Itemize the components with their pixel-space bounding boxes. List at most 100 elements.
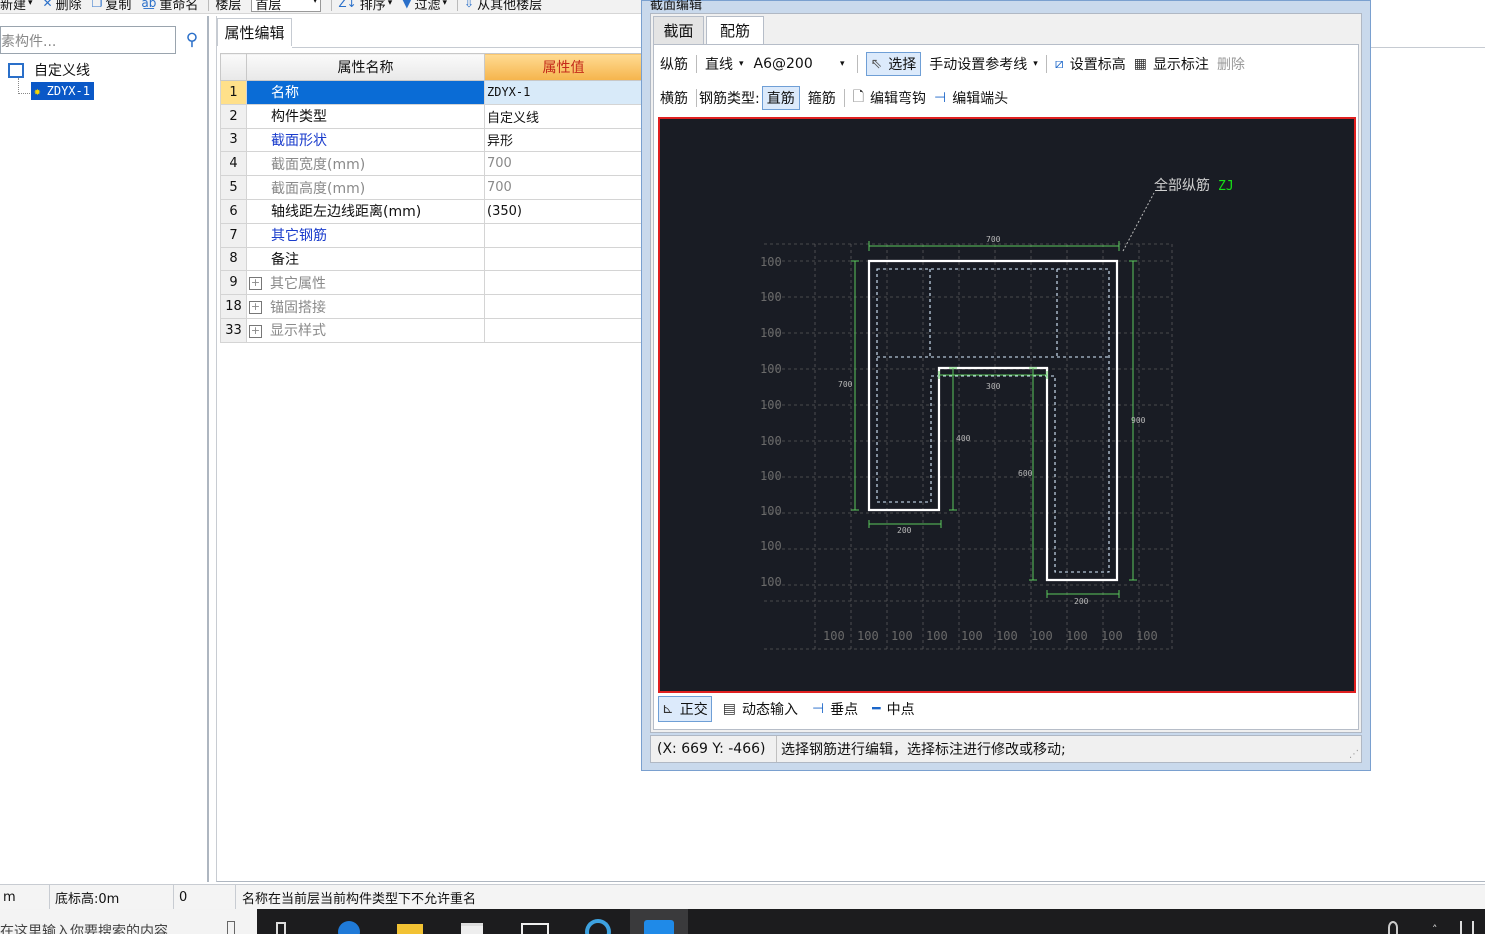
tab-section[interactable]: 截面	[653, 16, 704, 44]
rebar-annotation-text[interactable]: 全部纵筋	[1154, 177, 1210, 194]
select-tool-label: 选择	[888, 57, 917, 73]
dim-label-inner-top[interactable]: 300	[986, 382, 1001, 391]
new-button[interactable]: 新建 ▾	[0, 0, 33, 13]
table-row[interactable]: 8 备注	[220, 246, 643, 272]
component-search-input[interactable]: 素构件...	[0, 26, 176, 54]
internet-explorer-icon[interactable]	[583, 917, 611, 934]
chevron-up-icon[interactable]: ˄	[1432, 923, 1438, 934]
show-marks-button[interactable]: ▦ 显示标注	[1134, 54, 1209, 74]
longitudinal-rebar-label: 纵筋	[660, 57, 688, 73]
tree-item-custom-line[interactable]: 自定义线	[8, 60, 90, 80]
straight-rebar-label: 直筋	[766, 91, 795, 107]
copy-button[interactable]: ❐ 复制	[92, 0, 132, 13]
ime-icon[interactable]	[1460, 921, 1474, 934]
edit-end-button[interactable]: ⊣ 编辑端头	[934, 88, 1008, 108]
column-header-value: 属性值	[484, 53, 643, 81]
rebar-lines[interactable]	[876, 268, 1110, 573]
table-row[interactable]: 18 + 锚固搭接	[220, 294, 643, 319]
store-icon[interactable]	[458, 917, 484, 934]
tab-rebar[interactable]: 配筋	[706, 16, 764, 44]
taskbar-search-input[interactable]: 在这里输入你要搜索的内容	[0, 909, 257, 934]
search-button[interactable]: ⚲	[178, 26, 206, 54]
property-value-input[interactable]: ZDYX-1	[484, 80, 643, 105]
dim-label-bottom-right[interactable]: 200	[1074, 597, 1089, 606]
table-row[interactable]: 2 构件类型 自定义线	[220, 103, 643, 129]
section-drawing-canvas[interactable]: 100 100 100 100 100 100 100 100 100 100 …	[658, 117, 1356, 693]
task-view-icon[interactable]	[272, 917, 298, 934]
transverse-rebar-button[interactable]: 横筋	[660, 88, 688, 108]
rebar-type-label: 钢筋类型:	[699, 91, 760, 107]
dynamic-input-toggle[interactable]: ▤ 动态输入	[720, 696, 801, 722]
dimension-lines[interactable]	[851, 241, 1137, 598]
resize-grip-icon[interactable]: ⋰	[1349, 749, 1359, 760]
table-row[interactable]: 9 + 其它属性	[220, 270, 643, 296]
rebar-spec-select[interactable]: A6@200 ▾	[752, 53, 849, 75]
glodon-app-icon	[644, 920, 674, 934]
filter-button[interactable]: ▼ 过滤 ▾	[402, 0, 447, 13]
row-number: 1	[220, 80, 247, 105]
longitudinal-rebar-button[interactable]: 纵筋	[660, 54, 688, 74]
dim-label-right[interactable]: 900	[1131, 416, 1146, 425]
taskbar-active-app[interactable]	[630, 909, 688, 934]
status-zero: 0	[174, 885, 236, 910]
tab-property-edit-label: 属性编辑	[224, 24, 285, 42]
rename-button[interactable]: a͟b 重命名	[141, 0, 198, 13]
property-value[interactable]	[484, 246, 643, 272]
section-drawing[interactable]: 100 100 100 100 100 100 100 100 100 100 …	[660, 119, 1354, 691]
property-value[interactable]: 自定义线	[484, 103, 643, 129]
property-grid: 属性名称 属性值 1 名称 ZDYX-1 2 构件类型 自定义线 3 截面形状 …	[220, 53, 643, 343]
expand-icon[interactable]: +	[249, 301, 262, 315]
line-mode-dropdown[interactable]: 直线 ▾	[705, 54, 744, 74]
table-row[interactable]: 7 其它钢筋	[220, 222, 643, 248]
status-message: 名称在当前层当前构件类型下不允许重名	[242, 892, 477, 907]
property-value[interactable]: 异形	[484, 127, 643, 153]
delete-button[interactable]: 删除	[1217, 54, 1245, 74]
tab-property-edit[interactable]: 属性编辑	[217, 18, 292, 46]
perpendicular-snap-toggle[interactable]: ⊣ 垂点	[809, 696, 861, 722]
mail-icon[interactable]	[520, 917, 549, 934]
ortho-toggle[interactable]: ⊾ 正交	[658, 696, 712, 722]
tree-item-zdyx-1[interactable]: ✸ ZDYX-1	[31, 82, 94, 100]
grid-row-label: 100	[760, 539, 782, 553]
dim-label-bottom-left[interactable]: 200	[897, 526, 912, 535]
property-group[interactable]: + 显示样式	[246, 317, 485, 343]
table-row[interactable]: 4 截面宽度(mm) 700	[220, 151, 643, 177]
table-row[interactable]: 6 轴线距左边线距离(mm) (350)	[220, 198, 643, 224]
row-number: 5	[220, 175, 247, 200]
table-row[interactable]: 3 截面形状 异形	[220, 127, 643, 153]
straight-rebar-button[interactable]: 直筋	[761, 86, 800, 110]
select-tool-button[interactable]: ⇖ 选择	[865, 52, 922, 76]
property-group[interactable]: + 锚固搭接	[246, 294, 485, 319]
copy-from-floor-button[interactable]: ⇩ 从其他楼层	[464, 0, 542, 13]
edit-hook-button[interactable]: 🗋 编辑弯钩	[853, 86, 926, 110]
expand-icon[interactable]: +	[249, 277, 262, 291]
grid-col-label: 100	[996, 629, 1018, 643]
floor-select-value: 首层	[255, 0, 282, 13]
set-elevation-button[interactable]: ⧄ 设置标高	[1055, 54, 1126, 74]
table-row[interactable]: 5 截面高度(mm) 700	[220, 175, 643, 200]
table-row[interactable]: 1 名称 ZDYX-1	[220, 80, 643, 105]
table-row[interactable]: 33 + 显示样式	[220, 317, 643, 343]
stirrup-rebar-button[interactable]: 箍筋	[808, 88, 836, 108]
property-value[interactable]	[484, 222, 643, 248]
floor-select[interactable]: 首层 ▾	[251, 0, 322, 13]
rebar-spec-value: A6@200	[753, 56, 813, 72]
microphone-icon[interactable]	[227, 921, 235, 934]
dim-label-inner-left[interactable]: 400	[956, 434, 971, 443]
file-explorer-icon[interactable]	[397, 917, 423, 934]
dim-label-left[interactable]: 700	[838, 380, 853, 389]
row-number: 6	[220, 198, 247, 224]
manual-reference-line-button[interactable]: 手动设置参考线 ▾	[929, 54, 1038, 74]
user-icon[interactable]	[1388, 921, 1398, 934]
delete-button[interactable]: ✕ 删除	[43, 0, 82, 13]
dim-label-inner-right[interactable]: 600	[1018, 469, 1033, 478]
edge-browser-icon[interactable]	[336, 917, 362, 934]
property-group[interactable]: + 其它属性	[246, 270, 485, 296]
expand-icon[interactable]: +	[249, 324, 262, 338]
sort-button[interactable]: Z↓ 排序 ▾	[338, 0, 392, 13]
property-value[interactable]: (350)	[484, 198, 643, 224]
row-number: 8	[220, 246, 247, 272]
rebar-annotation-code[interactable]: ZJ	[1218, 179, 1234, 194]
dim-label-top[interactable]: 700	[986, 235, 1001, 244]
midpoint-snap-toggle[interactable]: ━ 中点	[869, 696, 917, 722]
